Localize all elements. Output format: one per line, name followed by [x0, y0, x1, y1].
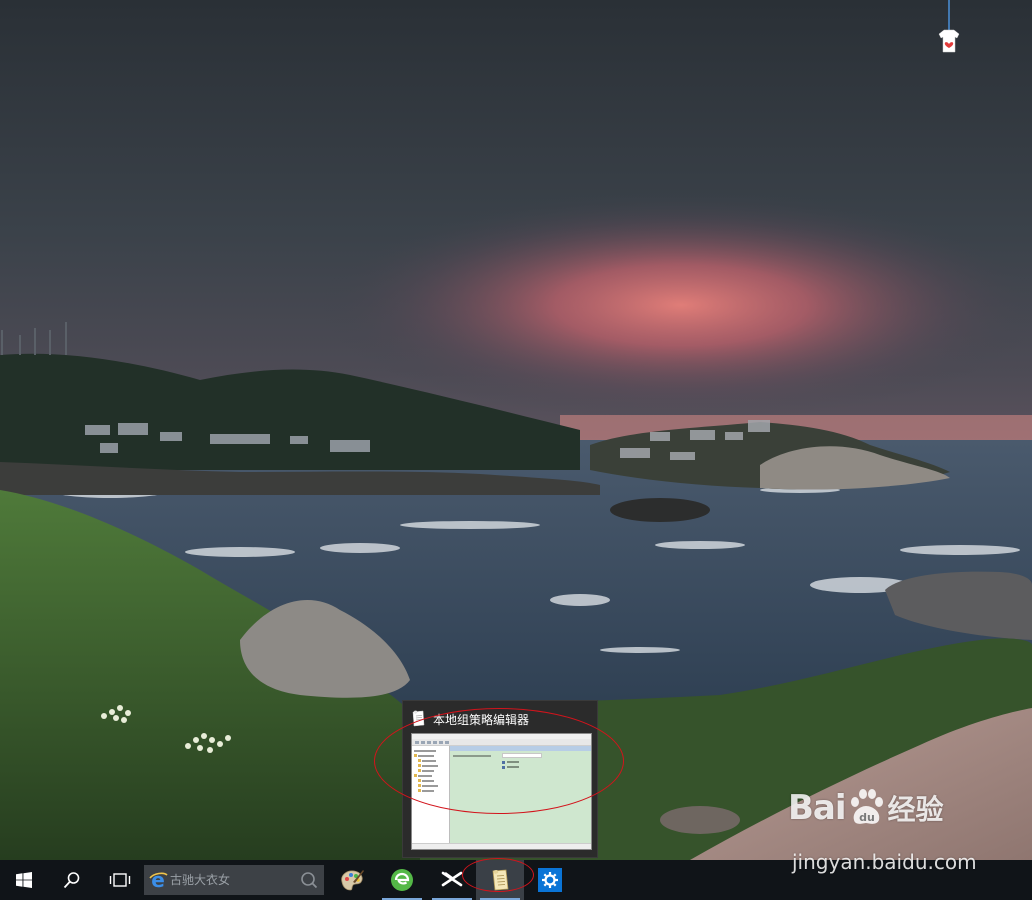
search-magnifier-icon[interactable] — [300, 871, 318, 889]
group-policy-editor-icon — [412, 710, 425, 727]
group-policy-editor-icon — [492, 869, 509, 891]
start-button[interactable] — [0, 860, 48, 900]
task-view-button[interactable] — [96, 860, 144, 900]
windows-start-icon — [16, 872, 32, 888]
taskbar-app-paint[interactable] — [328, 860, 376, 900]
taskbar-app-green-browser[interactable] — [378, 860, 426, 900]
capcut-icon — [441, 871, 463, 887]
search-icon — [63, 872, 80, 889]
preview-title-bar: 本地组策略编辑器 — [411, 709, 529, 729]
thumbnail-toolbar — [412, 739, 591, 746]
taskbar-app-capcut[interactable] — [428, 860, 476, 900]
preview-window-thumbnail[interactable] — [411, 733, 592, 850]
thumbnail-body — [412, 746, 591, 844]
taskbar: e — [0, 860, 1032, 900]
search-button[interactable] — [48, 860, 96, 900]
thumbnail-details-pane — [450, 746, 591, 844]
settings-gear-icon — [538, 868, 562, 892]
tshirt-widget-icon[interactable] — [934, 0, 964, 56]
search-input[interactable] — [170, 873, 290, 887]
thumbnail-statusbar — [412, 843, 591, 849]
ie-browser-icon: e — [149, 870, 168, 890]
taskbar-thumbnail-preview[interactable]: 本地组策略编辑器 — [402, 700, 598, 858]
paint-palette-icon — [341, 870, 364, 891]
thumbnail-tree-pane — [412, 746, 450, 844]
green-browser-icon — [391, 869, 413, 891]
task-view-icon — [109, 873, 131, 887]
taskbar-app-settings[interactable] — [526, 860, 574, 900]
preview-window-title: 本地组策略编辑器 — [433, 712, 530, 727]
taskbar-app-group-policy-editor[interactable] — [476, 860, 524, 900]
taskbar-search-box[interactable]: e — [144, 865, 324, 895]
